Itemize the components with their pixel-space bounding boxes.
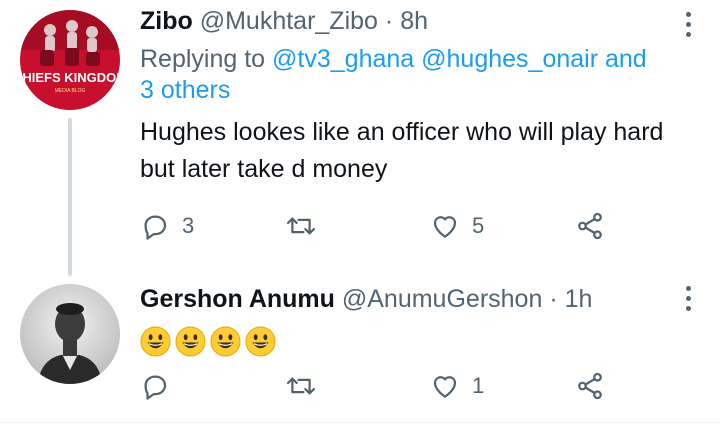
retweet-button[interactable] <box>285 368 329 404</box>
retweet-icon <box>286 377 316 395</box>
tweet-actions: 1 <box>140 368 620 404</box>
avatar-image: CHIEFS KINGDOM MEDIA BLOG <box>20 10 120 110</box>
reply-icon <box>144 375 167 400</box>
grinning-face-emoji <box>175 326 206 357</box>
tweet-emojis <box>140 326 674 357</box>
user-handle[interactable]: @Mukhtar_Zibo <box>200 7 378 35</box>
share-button[interactable] <box>575 368 605 404</box>
timestamp[interactable]: 8h <box>400 7 428 35</box>
avatar-brand-text: CHIEFS KINGDOM <box>20 70 120 85</box>
tweet-content: Zibo @Mukhtar_Zibo · 8h Replying to @tv3… <box>140 6 674 188</box>
retweet-icon <box>286 217 316 235</box>
heart-icon <box>433 216 457 238</box>
replying-to-label: Replying to <box>140 45 266 73</box>
tweet[interactable]: CHIEFS KINGDOM MEDIA BLOG Zibo @Mukhtar_… <box>0 0 720 276</box>
bottom-divider <box>0 422 720 423</box>
separator-dot: · <box>384 7 394 35</box>
avatar-brand-subtext: MEDIA BLOG <box>55 88 86 94</box>
mention-link[interactable]: @tv3_ghana <box>272 45 414 73</box>
grinning-face-emoji <box>140 326 171 357</box>
like-button[interactable]: 5 <box>430 208 484 244</box>
avatar[interactable] <box>20 284 120 384</box>
timestamp[interactable]: 1h <box>565 285 593 313</box>
heart-icon <box>433 376 457 398</box>
share-icon <box>578 212 602 240</box>
separator-dot: · <box>549 285 558 313</box>
others-link[interactable]: 3 others <box>140 76 230 104</box>
replying-to: Replying to @tv3_ghana @hughes_onair and… <box>140 44 674 106</box>
tweet[interactable]: Gershon Anumu @AnumuGershon · 1h 1 <box>0 268 720 426</box>
tweet-header: Gershon Anumu @AnumuGershon · 1h <box>140 284 674 314</box>
more-options-icon[interactable] <box>684 286 692 311</box>
share-button[interactable] <box>575 208 605 244</box>
share-icon <box>578 372 602 400</box>
reply-icon <box>144 215 167 240</box>
user-handle[interactable]: @AnumuGershon <box>342 285 542 313</box>
mention-link[interactable]: @hughes_onair <box>421 45 598 73</box>
tweet-content: Gershon Anumu @AnumuGershon · 1h <box>140 284 674 357</box>
like-count: 1 <box>472 373 485 398</box>
retweet-button[interactable] <box>285 208 329 244</box>
reply-count: 3 <box>182 213 195 238</box>
like-button[interactable]: 1 <box>430 368 484 404</box>
avatar[interactable]: CHIEFS KINGDOM MEDIA BLOG <box>20 10 120 110</box>
more-options-icon[interactable] <box>684 12 692 37</box>
reply-button[interactable] <box>140 368 182 404</box>
avatar-image <box>20 284 120 384</box>
tweet-text: Hughes lookes like an officer who will p… <box>140 118 664 183</box>
grinning-face-emoji <box>245 326 276 357</box>
display-name[interactable]: Zibo <box>140 7 193 35</box>
display-name[interactable]: Gershon Anumu <box>140 285 335 313</box>
thread-line <box>68 118 72 276</box>
tweet-header: Zibo @Mukhtar_Zibo · 8h <box>140 6 674 36</box>
mention-and: and <box>605 45 647 73</box>
tweet-actions: 3 5 <box>140 208 620 244</box>
like-count: 5 <box>472 213 485 238</box>
grinning-face-emoji <box>210 326 241 357</box>
reply-button[interactable]: 3 <box>140 208 194 244</box>
